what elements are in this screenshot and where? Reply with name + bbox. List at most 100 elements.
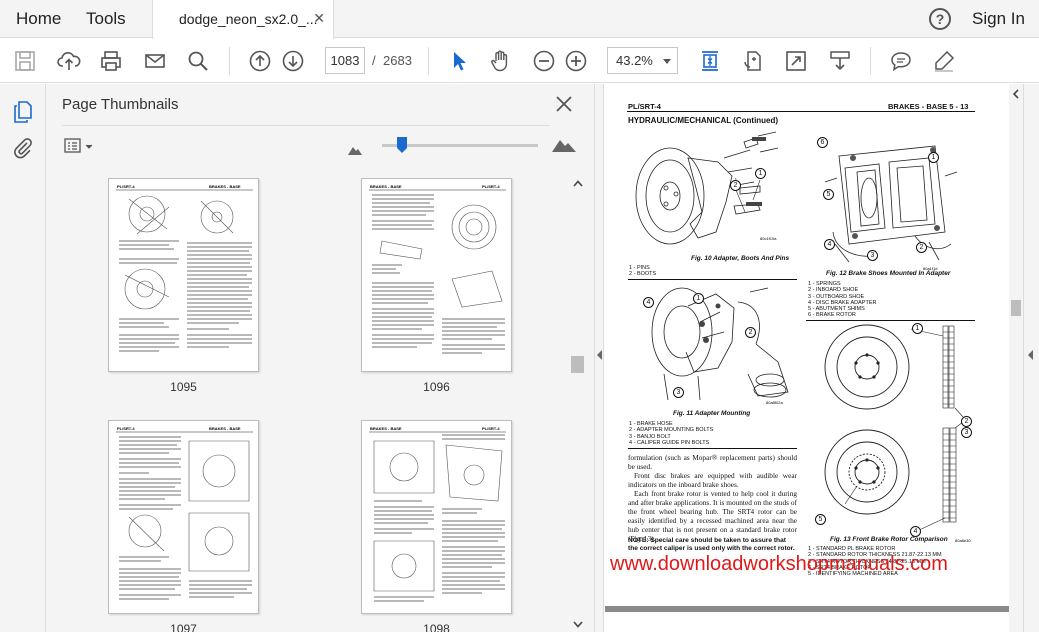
document-header-right: BRAKES - BASE 5 - 13: [888, 102, 969, 111]
thumbnail-larger-icon[interactable]: [552, 138, 576, 152]
header-rule: [627, 111, 975, 112]
legend-rule: [628, 279, 797, 280]
expand-right-pane-icon[interactable]: [1028, 350, 1033, 360]
body-paragraph: Each front brake rotor is vented to help…: [628, 489, 797, 543]
document-tab[interactable]: dodge_neon_sx2.0_... ✕: [152, 0, 334, 39]
save-icon[interactable]: [11, 47, 39, 75]
page-thumbnail[interactable]: BRAKES - BASE PL/SRT-4: [361, 178, 512, 372]
page-thumbnail-image: PL/SRT-4 BRAKES - BASE: [116, 184, 253, 352]
cloud-upload-icon[interactable]: [55, 47, 83, 75]
scroll-up-icon[interactable]: [1012, 89, 1020, 99]
tools-nav-link[interactable]: Tools: [86, 9, 126, 29]
callout-1: 1: [928, 152, 939, 163]
callout-4: 4: [824, 239, 835, 250]
thumbnail-smaller-icon[interactable]: [348, 142, 362, 155]
close-tab-icon[interactable]: ✕: [313, 10, 325, 27]
page-thumbnail[interactable]: PL/SRT-4 BRAKES - BASE: [108, 420, 259, 614]
page-thumbnail[interactable]: BRAKES - BASE PL/SRT-4: [361, 420, 512, 614]
body-paragraph: Front disc brakes are equipped with audi…: [628, 471, 797, 489]
page-gap-bar: [605, 606, 1009, 612]
section-title: HYDRAULIC/MECHANICAL (Continued): [628, 116, 779, 125]
figure-12-legend: 1 - SPRINGS 2 - INBOARD SHOE 3 - OUTBOAR…: [808, 281, 876, 319]
rotate-page-icon[interactable]: [739, 47, 767, 75]
callout-5: 5: [815, 514, 826, 525]
thumb-header-left: PL/SRT-4: [117, 184, 135, 189]
attachments-icon[interactable]: [11, 136, 35, 160]
toolbar-divider: [428, 47, 429, 75]
page-thumbnail-image: BRAKES - BASE PL/SRT-4: [369, 184, 506, 354]
figure-code: 80a8e30: [955, 538, 971, 543]
sign-in-button[interactable]: Sign In: [972, 9, 1025, 29]
watermark-text: www.downloadworkshopmanuals.com: [610, 553, 948, 575]
body-text: formulation (such as Mopar® replacement …: [628, 453, 797, 543]
collapse-left-icon[interactable]: [597, 350, 602, 360]
zoom-out-icon[interactable]: [530, 47, 558, 75]
figure-10-illustration: 80c1f10a: [635, 131, 779, 245]
scroll-down-icon[interactable]: [573, 621, 583, 628]
close-panel-icon[interactable]: [554, 94, 574, 114]
thumbnail-page-label: 1098: [423, 622, 450, 632]
callout-3: 3: [961, 427, 972, 438]
callout-1: 1: [693, 293, 704, 304]
thumbnail-page-label: 1097: [170, 622, 197, 632]
chevron-down-icon: [663, 59, 671, 64]
callout-2: 2: [916, 242, 927, 253]
legend-rule: [628, 448, 797, 449]
email-icon[interactable]: [141, 47, 169, 75]
next-page-icon[interactable]: [279, 47, 307, 75]
thumb-header-left: BRAKES - BASE: [370, 426, 402, 431]
search-icon[interactable]: [184, 47, 212, 75]
home-nav-link[interactable]: Home: [16, 9, 61, 29]
figure-11-caption: Fig. 11 Adapter Mounting: [673, 410, 751, 417]
document-scrollbar[interactable]: [1009, 84, 1023, 632]
full-screen-icon[interactable]: [782, 47, 810, 75]
callout-2: 2: [745, 327, 756, 338]
callout-1: 1: [912, 323, 923, 334]
thumbnails-scrollbar[interactable]: [570, 178, 586, 632]
comment-icon[interactable]: [887, 47, 915, 75]
page-thumbnails-icon[interactable]: [11, 100, 35, 124]
left-navigation-rail: [0, 84, 46, 632]
callout-2: 2: [961, 416, 972, 427]
select-cursor-icon[interactable]: [445, 47, 473, 75]
toolbar: 1083 / 2683 43.2%: [0, 39, 1039, 83]
legend-rule: [806, 320, 975, 321]
zoom-in-icon[interactable]: [562, 47, 590, 75]
thumb-header-left: PL/SRT-4: [117, 426, 135, 431]
callout-5: 5: [823, 189, 834, 200]
figure-13-caption: Fig. 13 Front Brake Rotor Comparison: [830, 536, 948, 543]
callout-3: 3: [673, 387, 684, 398]
callout-4: 4: [643, 297, 654, 308]
right-tools-rail: [1023, 84, 1039, 632]
page-separator: /: [372, 53, 376, 68]
fit-page-icon[interactable]: [696, 47, 724, 75]
document-tab-title: dodge_neon_sx2.0_...: [179, 11, 318, 27]
thumbnail-options-button[interactable]: [64, 137, 96, 155]
print-icon[interactable]: [97, 47, 125, 75]
zoom-select[interactable]: 43.2%: [607, 47, 678, 74]
highlight-pen-icon[interactable]: [930, 47, 958, 75]
help-icon[interactable]: ?: [929, 8, 951, 30]
scrollbar-thumb[interactable]: [571, 356, 584, 373]
figure-11-illustration: 80a8f02a: [651, 287, 789, 405]
figure-11-legend: 1 - BRAKE HOSE 2 - ADAPTER MOUNTING BOLT…: [629, 421, 713, 446]
page-thumbnail[interactable]: PL/SRT-4 BRAKES - BASE: [108, 178, 259, 372]
previous-page-icon[interactable]: [246, 47, 274, 75]
scrollbar-thumb[interactable]: [1011, 300, 1021, 316]
figure-code: 80c1f10a: [760, 236, 777, 241]
panel-splitter[interactable]: [594, 84, 604, 632]
scroll-up-icon[interactable]: [573, 180, 583, 187]
thumb-header-left: BRAKES - BASE: [370, 184, 402, 189]
download-icon[interactable]: [826, 47, 854, 75]
top-bar: Home Tools dodge_neon_sx2.0_... ✕ ? Sign…: [0, 0, 1039, 39]
legend-item: 6 - BRAKE ROTOR: [808, 312, 856, 319]
body-paragraph: formulation (such as Mopar® replacement …: [628, 453, 797, 471]
legend-item: 2 - BOOTS: [629, 271, 657, 278]
page-number-input[interactable]: 1083: [325, 47, 365, 74]
thumb-header-right: BRAKES - BASE: [209, 426, 241, 431]
hand-tool-icon[interactable]: [486, 47, 514, 75]
thumb-header-right: PL/SRT-4: [482, 426, 500, 431]
thumbnail-size-slider-handle[interactable]: [397, 137, 407, 153]
page-thumbnail-image: PL/SRT-4 BRAKES - BASE: [116, 426, 253, 600]
figure-code: 80a8f02a: [766, 400, 783, 405]
